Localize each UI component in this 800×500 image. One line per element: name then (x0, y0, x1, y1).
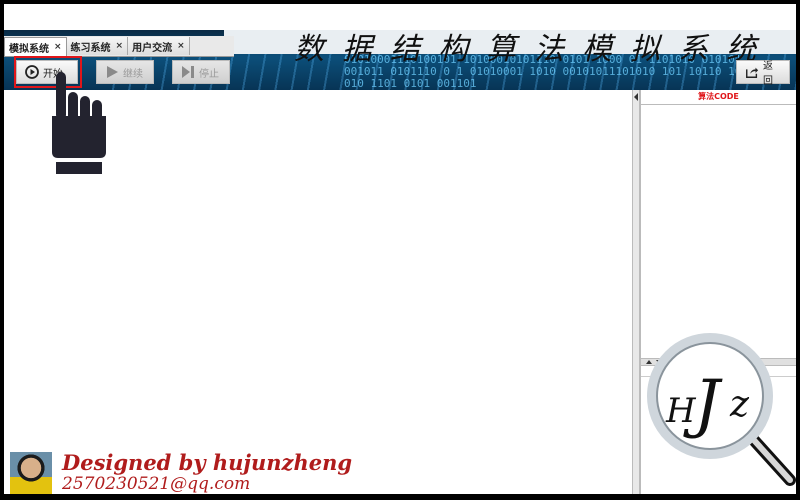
tab-label: 模拟系统 (9, 43, 49, 55)
app-window: 01010001110100101 10100010101110 0101 10… (4, 4, 796, 494)
author-avatar (10, 452, 52, 494)
tab-label: 用户交流 (132, 42, 173, 54)
designed-by-signature: Designed by hujunzheng (62, 450, 353, 475)
panel-splitter[interactable] (632, 90, 640, 494)
tab-practice[interactable]: 练习系统 × (66, 37, 129, 55)
close-icon[interactable]: × (116, 41, 124, 51)
code-panel-title: 算法CODE (641, 90, 796, 105)
tab-label: 练习系统 (70, 42, 111, 54)
hand-pointer-icon (50, 72, 110, 176)
share-out-icon (745, 65, 759, 79)
banner-title: 数据结构算法模拟系统 (294, 32, 774, 67)
hjz-magnifier-logo: H J z (644, 330, 796, 494)
back-button[interactable]: 返回 (736, 60, 790, 87)
tab-simulation[interactable]: 模拟系统 × (4, 37, 67, 56)
tab-bar: 模拟系统 × 练习系统 × 用户交流 × (4, 36, 234, 57)
close-icon[interactable]: × (54, 42, 62, 52)
tab-community[interactable]: 用户交流 × (128, 37, 190, 55)
close-icon[interactable]: × (177, 41, 185, 51)
logo-h: H (665, 391, 697, 431)
back-label: 返回 (763, 61, 773, 87)
logo-z: z (729, 384, 750, 425)
skip-end-icon (181, 65, 195, 79)
contact-email: 2570230521@qq.com (62, 474, 251, 494)
stop-label: 停止 (199, 68, 219, 80)
stop-button[interactable]: 停止 (172, 60, 230, 84)
collapse-left-icon[interactable] (633, 92, 639, 102)
continue-label: 继续 (123, 68, 143, 80)
